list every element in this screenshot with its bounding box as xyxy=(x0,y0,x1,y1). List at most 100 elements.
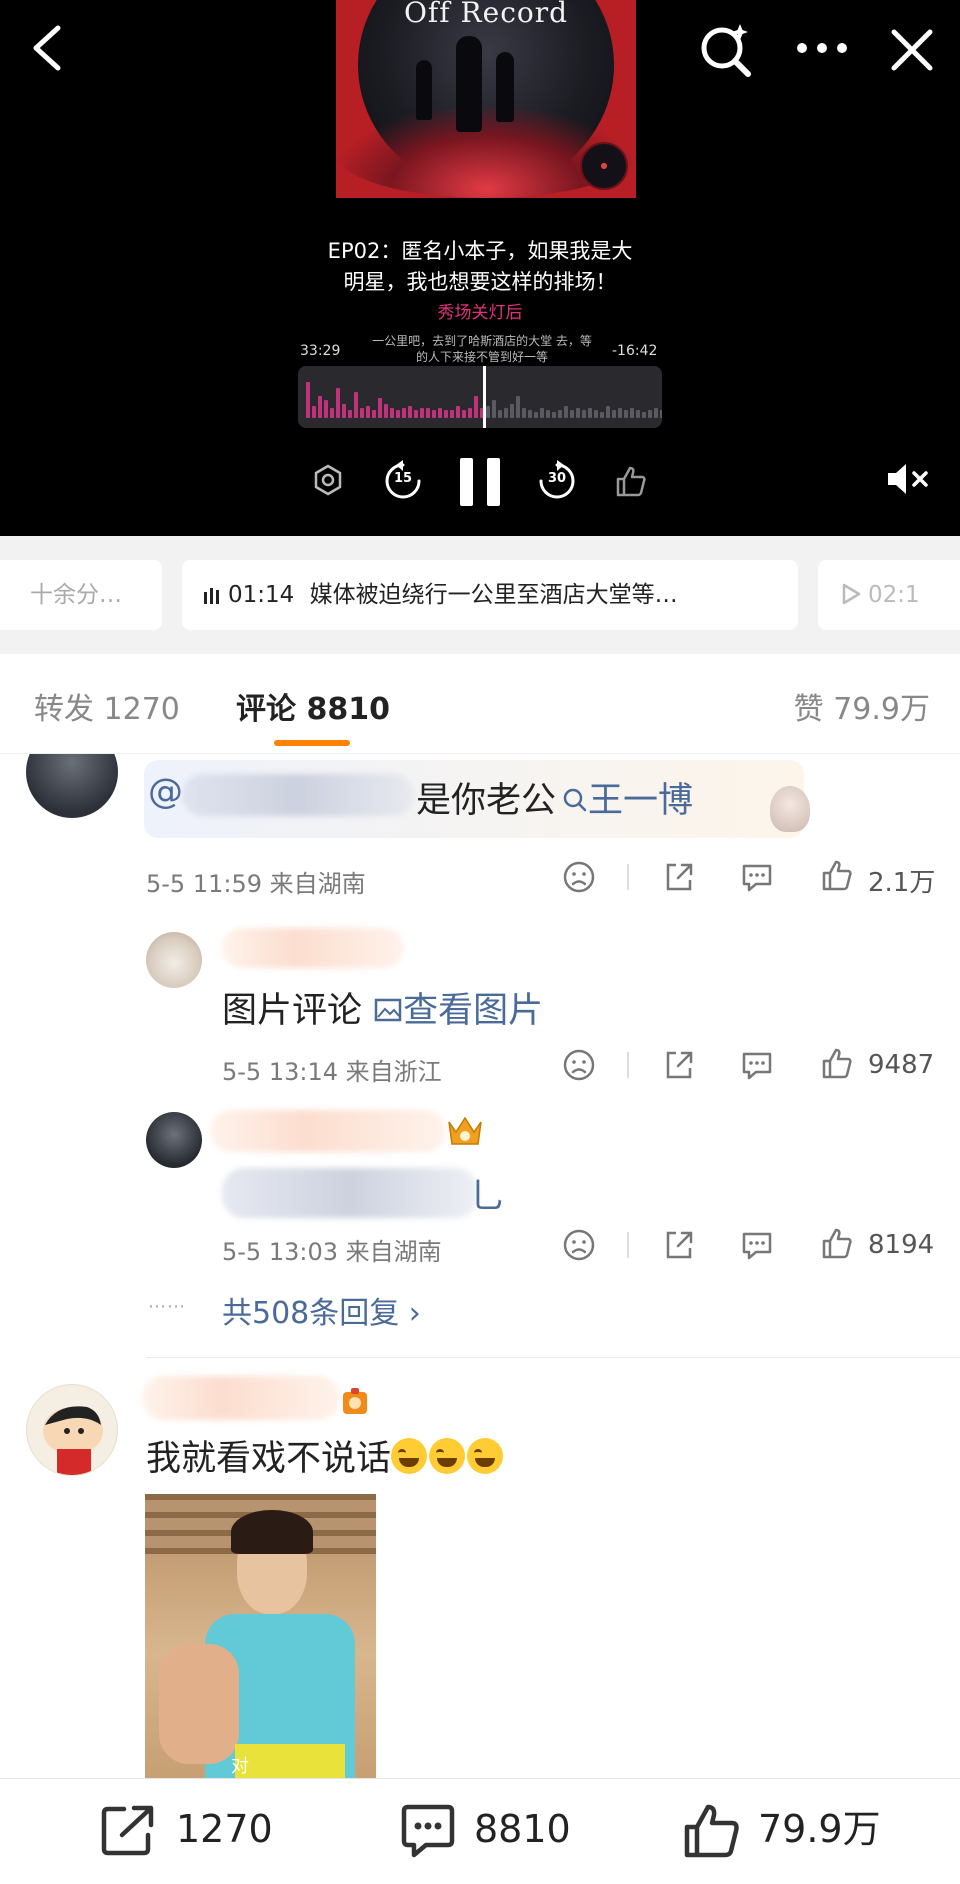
like-episode-button[interactable] xyxy=(614,464,648,498)
dislike-button[interactable] xyxy=(562,860,596,898)
search-sparkle-icon xyxy=(701,24,751,77)
tab-forward[interactable]: 转发 1270 xyxy=(34,684,180,728)
waveform-bar xyxy=(414,410,418,418)
search-button[interactable] xyxy=(696,20,756,80)
avatar[interactable] xyxy=(26,1384,118,1476)
comment-count: 8810 xyxy=(474,1807,571,1851)
settings-button[interactable] xyxy=(312,464,344,496)
thumbs-up-icon xyxy=(822,1228,852,1259)
bottom-action-bar: 1270 8810 79.9万 xyxy=(0,1778,960,1884)
back-button[interactable] xyxy=(26,18,70,78)
laugh-cry-emoji-icon xyxy=(429,1438,466,1474)
waveform-bar xyxy=(390,408,394,418)
waveform-bar xyxy=(660,410,662,418)
waveform-bar xyxy=(450,410,454,418)
tab-comments[interactable]: 评论 8810 xyxy=(236,684,390,728)
cover-figure xyxy=(456,36,482,132)
dislike-button[interactable] xyxy=(562,1048,596,1086)
topic-link-text: 王一博 xyxy=(588,781,694,821)
close-button[interactable] xyxy=(884,22,940,78)
waveform-bar xyxy=(312,406,316,418)
waveform-bar xyxy=(486,406,490,418)
laugh-cry-emoji-icon xyxy=(467,1438,504,1474)
photo-shorts xyxy=(235,1744,345,1778)
waveform-bar xyxy=(324,400,328,418)
pause-button[interactable] xyxy=(456,456,504,508)
waveform-bar xyxy=(630,408,634,418)
reply-avatar[interactable] xyxy=(146,1112,202,1168)
waveform-bar xyxy=(504,408,508,418)
comment-image[interactable]: 对 xyxy=(145,1494,376,1778)
skip-forward-button[interactable]: 30 xyxy=(536,460,578,502)
frown-face-icon xyxy=(563,1229,595,1261)
waveform-bar xyxy=(474,396,478,418)
share-icon xyxy=(101,1805,154,1856)
waveform-bar xyxy=(540,408,544,418)
comment-button[interactable]: 8810 xyxy=(398,1799,571,1859)
like-comment-button[interactable] xyxy=(820,1226,854,1264)
waveform-bar xyxy=(354,392,358,418)
redacted-username[interactable] xyxy=(222,928,404,968)
reply-meta: 5-5 13:03 来自湖南 xyxy=(222,1238,442,1266)
tab-likes[interactable]: 赞 79.9万 xyxy=(794,684,930,728)
waveform-bar xyxy=(372,410,376,418)
redacted-username[interactable] xyxy=(210,1110,446,1152)
thumbs-up-icon xyxy=(684,1804,739,1858)
chapter-strip: 十余分… 01:14 媒体被迫绕行一公里至酒店大堂等… 02:1 xyxy=(0,536,960,654)
thumbs-up-icon xyxy=(822,860,852,891)
chapter-chip-next[interactable]: 02:1 xyxy=(818,560,960,630)
skip-back-button[interactable]: 15 xyxy=(382,460,424,502)
tab-label: 评论 xyxy=(236,692,296,727)
comment-separator xyxy=(146,1357,960,1358)
waveform-bar xyxy=(654,408,658,418)
image-icon xyxy=(374,998,402,1022)
like-comment-button[interactable] xyxy=(820,1046,854,1084)
waveform-bar xyxy=(306,382,310,418)
share-comment-button[interactable] xyxy=(662,1228,696,1266)
like-button[interactable]: 79.9万 xyxy=(682,1799,882,1859)
avatar[interactable] xyxy=(26,754,118,818)
waveform-bar xyxy=(444,410,448,418)
comment-bubble-icon xyxy=(742,864,772,892)
like-comment-button[interactable] xyxy=(820,858,854,896)
chapter-chip-current[interactable]: 01:14 媒体被迫绕行一公里至酒店大堂等… xyxy=(182,560,798,630)
waveform-bar xyxy=(360,408,364,418)
reply-button[interactable] xyxy=(740,1048,774,1086)
chapter-chip-previous[interactable]: 十余分… xyxy=(0,560,162,630)
waveform-bar xyxy=(432,410,436,418)
like-count: 8194 xyxy=(868,1230,935,1260)
comment-bubble-icon xyxy=(401,1804,455,1858)
view-image-link[interactable]: 查看图片 xyxy=(373,991,543,1031)
topic-link[interactable]: 王一博 xyxy=(556,781,693,821)
share-comment-button[interactable] xyxy=(662,860,696,898)
comment-text-body: 是你老公 xyxy=(416,781,557,821)
skip-back-seconds: 15 xyxy=(393,471,413,486)
episode-title-line: 明星，我也想要这样的排场！ xyxy=(343,270,617,294)
redacted-username[interactable] xyxy=(142,1376,340,1420)
reply-button[interactable] xyxy=(740,1228,774,1266)
more-replies-link[interactable]: 共508条回复 › xyxy=(222,1288,421,1332)
waveform-bar xyxy=(336,388,340,418)
photo-caption: 对 xyxy=(231,1756,249,1777)
share-comment-button[interactable] xyxy=(662,1048,696,1086)
forward-button[interactable]: 1270 xyxy=(100,1799,273,1859)
mute-button[interactable] xyxy=(884,458,932,500)
redacted-reply-text[interactable] xyxy=(222,1168,478,1218)
waveform-bar xyxy=(552,412,556,418)
waveform-bar xyxy=(426,408,430,418)
more-dots-icon xyxy=(797,43,847,53)
search-small-icon xyxy=(563,788,587,812)
reply-avatar[interactable] xyxy=(146,932,202,988)
show-name[interactable]: 秀场关灯后 xyxy=(380,298,580,323)
more-button[interactable] xyxy=(790,24,854,74)
dislike-button[interactable] xyxy=(562,1228,596,1266)
tab-count: 8810 xyxy=(306,692,390,727)
reply-button[interactable] xyxy=(740,860,774,898)
comment-text-body: 我就看戏不说话 xyxy=(146,1439,392,1479)
like-count: 9487 xyxy=(868,1050,935,1080)
playhead[interactable] xyxy=(483,366,486,428)
reply-text: 图片评论 查看图片 xyxy=(222,982,543,1033)
waveform-scrubber[interactable] xyxy=(298,366,662,428)
redacted-mention[interactable] xyxy=(182,774,414,816)
equalizer-icon xyxy=(204,587,219,604)
